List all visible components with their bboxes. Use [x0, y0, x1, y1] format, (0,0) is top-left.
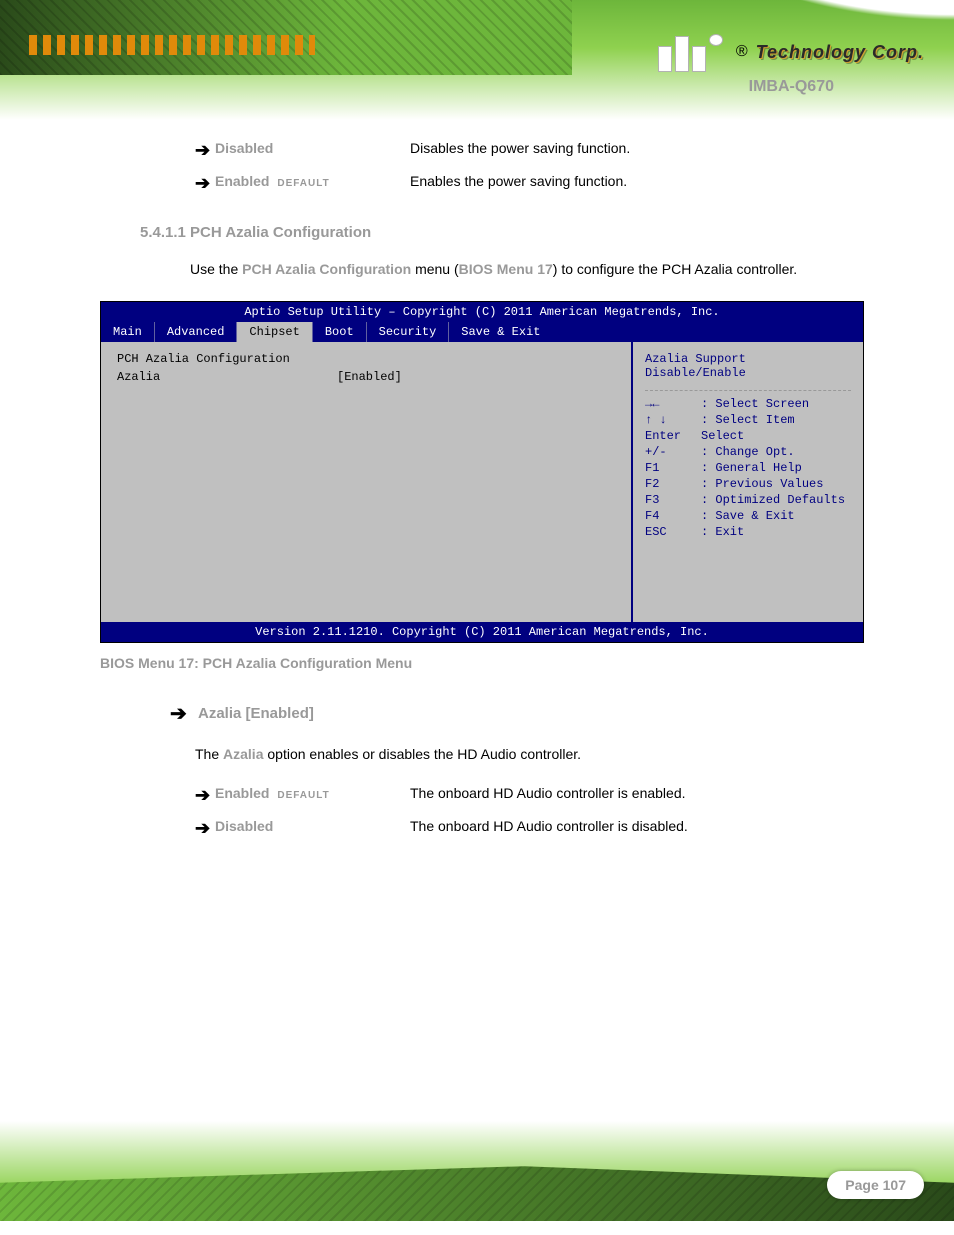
bios-key-hint: ESC: Exit: [645, 525, 851, 539]
option-description: The onboard HD Audio controller is enabl…: [410, 785, 844, 801]
page-header-banner: ® Technology Corp. IMBA-Q670: [0, 0, 954, 120]
bios-help-pane: Azalia Support Disable/Enable →←: Select…: [633, 342, 863, 622]
azalia-heading: ➔ Azalia [Enabled]: [170, 701, 844, 726]
option-label: Disabled: [215, 140, 410, 156]
footer-circuit-art: [0, 1166, 954, 1221]
option-row: ➔ Disabled The onboard HD Audio controll…: [195, 818, 844, 839]
bios-footer-bar: Version 2.11.1210. Copyright (C) 2011 Am…: [101, 622, 863, 642]
bios-key-hint: +/-: Change Opt.: [645, 445, 851, 459]
logo-text: Technology Corp.: [756, 42, 924, 63]
arrow-right-icon: ➔: [195, 140, 215, 161]
bios-menu-screenshot: Aptio Setup Utility – Copyright (C) 2011…: [100, 301, 864, 643]
bios-tab-boot[interactable]: Boot: [313, 322, 367, 342]
bios-pane-heading: PCH Azalia Configuration: [117, 352, 615, 366]
option-description: Disables the power saving function.: [410, 140, 844, 156]
arrow-right-icon: ➔: [195, 785, 215, 806]
page-footer-banner: Page 107: [0, 1121, 954, 1221]
bios-tab-bar: Main Advanced Chipset Boot Security Save…: [101, 322, 863, 342]
logo-registered: ®: [736, 43, 748, 61]
arrow-right-icon: ➔: [195, 818, 215, 839]
bios-tab-security[interactable]: Security: [367, 322, 450, 342]
option-row: ➔ Enabled DEFAULT The onboard HD Audio c…: [195, 785, 844, 806]
option-label: Enabled DEFAULT: [215, 173, 410, 189]
azalia-description: The Azalia option enables or disables th…: [195, 742, 844, 767]
bios-hint-text: Disable/Enable: [645, 366, 851, 380]
bios-tab-advanced[interactable]: Advanced: [155, 322, 238, 342]
power-saving-options: ➔ Disabled Disables the power saving fun…: [195, 140, 844, 194]
bios-setting-label: Azalia: [117, 370, 337, 384]
arrow-right-icon: ➔: [170, 701, 190, 726]
option-label: Disabled: [215, 818, 410, 834]
figure-caption: BIOS Menu 17: PCH Azalia Configuration M…: [100, 655, 844, 671]
bios-setting-row[interactable]: Azalia [Enabled]: [117, 370, 615, 384]
bios-key-hint: EnterSelect: [645, 429, 851, 443]
logo-mark-icon: [658, 32, 728, 72]
bios-key-hint: F4: Save & Exit: [645, 509, 851, 523]
arrow-right-icon: ➔: [195, 173, 215, 194]
bios-tab-main[interactable]: Main: [101, 322, 155, 342]
bios-key-hint: →←: Select Screen: [645, 397, 851, 411]
bios-settings-pane: PCH Azalia Configuration Azalia [Enabled…: [101, 342, 633, 622]
bios-title-bar: Aptio Setup Utility – Copyright (C) 2011…: [101, 302, 863, 322]
bios-setting-value: [Enabled]: [337, 370, 402, 384]
product-model: IMBA-Q670: [749, 78, 834, 96]
bios-key-hint: F3: Optimized Defaults: [645, 493, 851, 507]
option-description: The onboard HD Audio controller is disab…: [410, 818, 844, 834]
option-row: ➔ Enabled DEFAULT Enables the power savi…: [195, 173, 844, 194]
bios-tab-chipset[interactable]: Chipset: [237, 322, 312, 342]
section-heading: 5.4.1.1 PCH Azalia Configuration: [140, 224, 844, 241]
page-number-ribbon: Page 107: [827, 1171, 924, 1199]
option-description: Enables the power saving function.: [410, 173, 844, 189]
bios-key-hint: F2: Previous Values: [645, 477, 851, 491]
azalia-options: ➔ Enabled DEFAULT The onboard HD Audio c…: [195, 785, 844, 839]
bios-key-hint: ↑ ↓: Select Item: [645, 413, 851, 427]
section-intro: Use the PCH Azalia Configuration menu (B…: [190, 255, 844, 283]
logo: ® Technology Corp.: [658, 32, 924, 72]
option-row: ➔ Disabled Disables the power saving fun…: [195, 140, 844, 161]
bios-hint-text: Azalia Support: [645, 352, 851, 366]
bios-key-hint: F1: General Help: [645, 461, 851, 475]
option-label: Enabled DEFAULT: [215, 785, 410, 801]
bios-tab-save-exit[interactable]: Save & Exit: [449, 322, 552, 342]
